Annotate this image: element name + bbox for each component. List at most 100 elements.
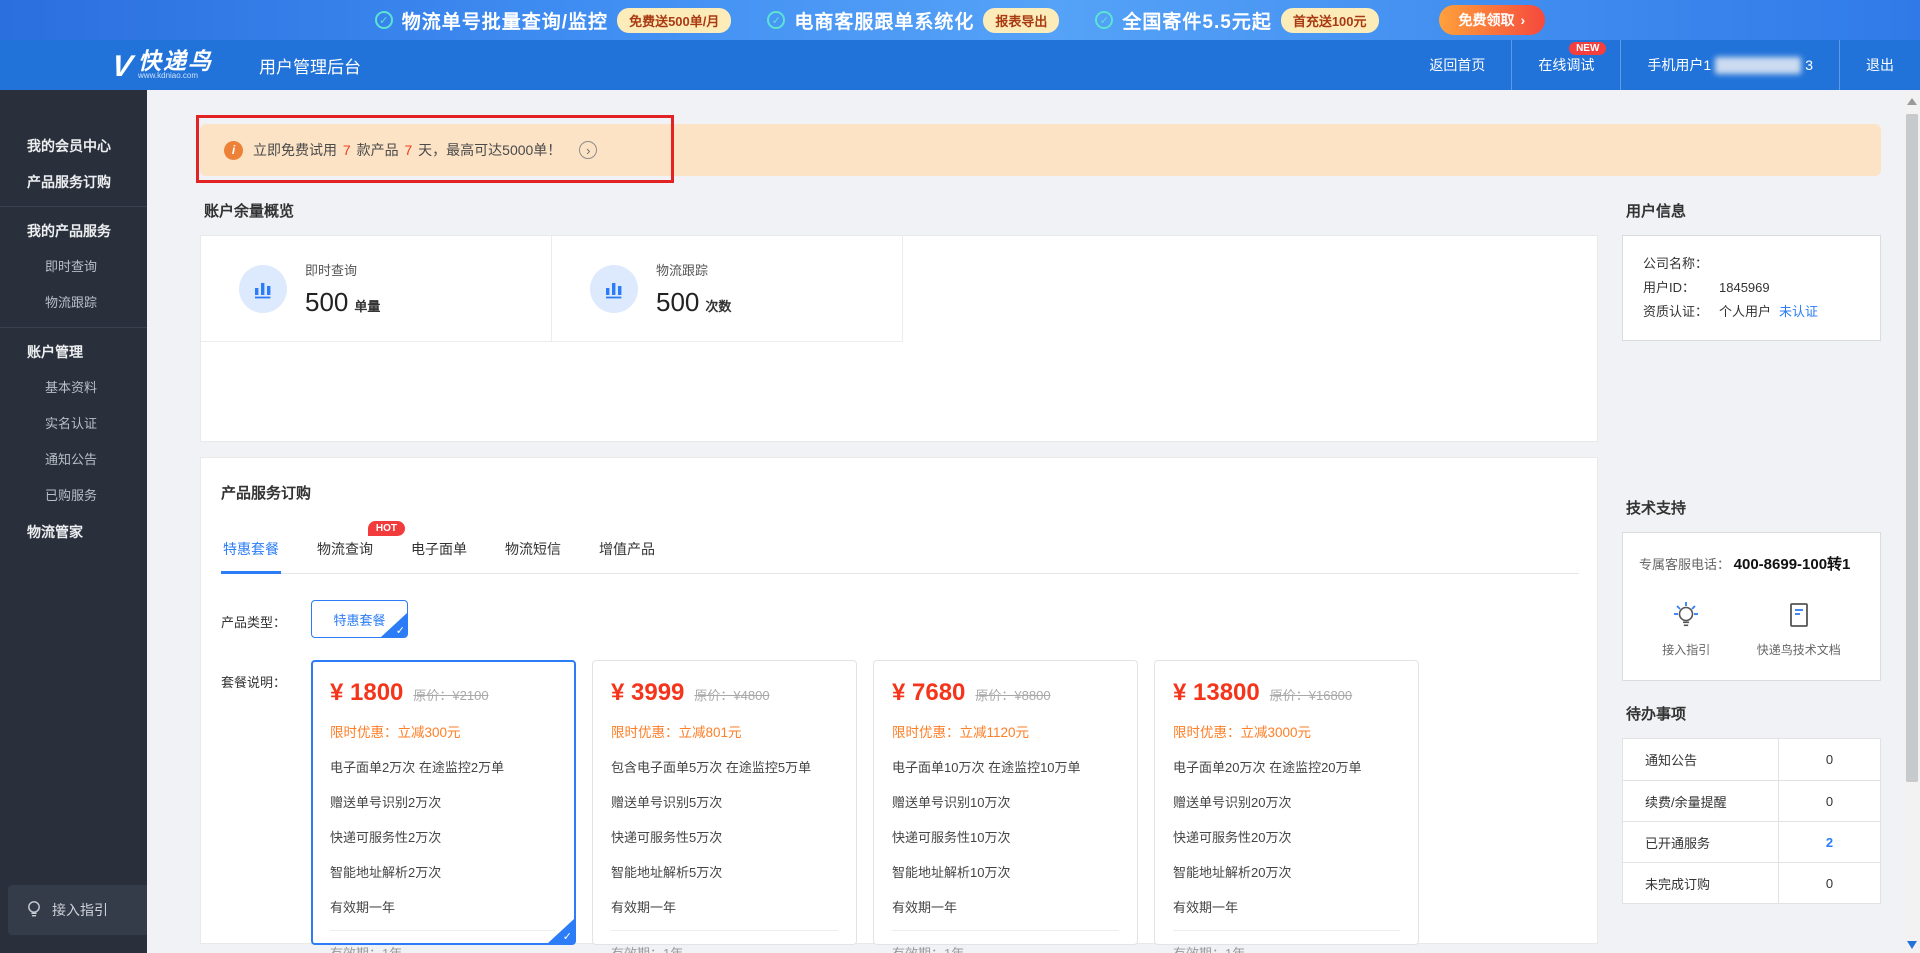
header-nav: 返回首页 在线调试 NEW 手机用户1 3 退出 — [1403, 40, 1920, 90]
feature: 电子面单10万次 在途监控10万单 — [892, 760, 1081, 775]
promo-line: 限时优惠：立减3000元 — [1173, 725, 1312, 740]
bar-chart-icon — [239, 264, 287, 313]
sidebar-item-instant-query[interactable]: 即时查询 — [0, 249, 147, 285]
chevron-right-circle-icon[interactable]: › — [579, 141, 598, 159]
todo-row-renewal[interactable]: 续费/余量提醒 0 — [1623, 780, 1880, 822]
sidebar-item-account-mgmt[interactable]: 账户管理 — [0, 334, 147, 370]
check-icon: ✓ — [395, 625, 405, 637]
sidebar-item-real-name[interactable]: 实名认证 — [0, 406, 147, 442]
divider — [0, 327, 147, 328]
nav-online-debug[interactable]: 在线调试 NEW — [1511, 40, 1620, 90]
package-card-3999[interactable]: ¥ 3999 原价：¥4800 限时优惠：立减801元 包含电子面单5万次 在途… — [592, 660, 857, 953]
feature: 快递可服务性2万次 — [330, 830, 442, 845]
todo-value-link[interactable]: 2 — [1778, 821, 1880, 863]
sidebar-item-basic-info[interactable]: 基本资料 — [0, 370, 147, 406]
tab-value-added[interactable]: 增值产品 — [597, 529, 657, 573]
scroll-down-arrow-icon[interactable] — [1907, 941, 1917, 949]
company-row: 公司名称： — [1643, 252, 1860, 276]
page: ✓ 物流单号批量查询/监控 免费送500单/月 ✓ 电商客服跟单系统化 报表导出… — [0, 0, 1920, 953]
todo-row-unfinished-orders[interactable]: 未完成订购 0 — [1623, 862, 1880, 904]
todo-label: 未完成订购 — [1645, 876, 1711, 892]
tab-logistics-query[interactable]: 物流查询 HOT — [315, 521, 405, 573]
sidebar-item-logistics-manager[interactable]: 物流管家 — [0, 514, 147, 550]
todo-label: 通知公告 — [1645, 753, 1698, 768]
sidebar-item-purchased[interactable]: 已购服务 — [0, 478, 147, 514]
uid-label: 用户ID： — [1643, 280, 1696, 295]
tab-special-package[interactable]: 特惠套餐 — [221, 529, 281, 574]
package-card-7680[interactable]: ¥ 7680 原价：¥8800 限时优惠：立减1120元 电子面单10万次 在途… — [873, 660, 1138, 953]
page-title: 用户管理后台 — [259, 57, 362, 77]
notice-part: 款产品 — [356, 142, 399, 158]
sidebar-item-product-order[interactable]: 产品服务订购 — [0, 164, 147, 200]
sidebar-item-logistics-tracking[interactable]: 物流跟踪 — [0, 285, 147, 321]
todo-row-notices[interactable]: 通知公告 0 — [1623, 739, 1880, 780]
validity: 有效期：1年 — [611, 930, 838, 953]
original-price: 原价：¥2100 — [413, 688, 489, 703]
promo-line: 限时优惠：立减1120元 — [892, 725, 1030, 740]
document-icon — [1789, 603, 1808, 627]
feature: 智能地址解析2万次 — [330, 865, 442, 880]
package-desc-label: 套餐说明： — [221, 675, 287, 690]
validity: 有效期：1年 — [892, 930, 1119, 953]
todo-row-opened-services[interactable]: 已开通服务 2 — [1623, 821, 1880, 863]
scrollbar-thumb[interactable] — [1906, 114, 1918, 782]
not-certified-link[interactable]: 未认证 — [1779, 300, 1818, 324]
kdniao-logo[interactable]: V 快递鸟 www.kdniao.com — [109, 50, 213, 84]
feature: 赠送单号识别5万次 — [611, 795, 723, 810]
feature: 有效期一年 — [892, 900, 958, 915]
promo-badge: 报表导出 — [983, 7, 1060, 33]
uid-value: 1845969 — [1719, 280, 1770, 295]
original-price: 原价：¥4800 — [694, 688, 770, 703]
info-icon: i — [224, 140, 243, 160]
promo-item-tracking[interactable]: ✓ 物流单号批量查询/监控 免费送500单/月 — [374, 7, 732, 34]
phone-line: 专属客服电话： 400-8699-100转1 — [1639, 553, 1864, 574]
feature: 智能地址解析20万次 — [1173, 865, 1292, 880]
todo-value: 0 — [1778, 739, 1880, 780]
tab-logistics-sms[interactable]: 物流短信 — [503, 529, 563, 573]
price: ¥ 13800 — [1173, 679, 1260, 706]
access-guide-label: 接入指引 — [52, 902, 108, 918]
check-circle-icon: ✓ — [1095, 11, 1114, 29]
sidebar-item-member-center[interactable]: 我的会员中心 — [0, 128, 147, 164]
feature: 电子面单20万次 在途监控20万单 — [1173, 760, 1362, 775]
package-card-13800[interactable]: ¥ 13800 原价：¥16800 限时优惠：立减3000元 电子面单20万次 … — [1154, 660, 1419, 953]
product-type-button[interactable]: 特惠套餐 ✓ — [311, 600, 408, 638]
nav-logout[interactable]: 退出 — [1839, 40, 1920, 90]
product-type-value: 特惠套餐 — [333, 612, 386, 628]
notice-part: 天，最高可达5000单！ — [418, 142, 562, 158]
masked-phone-blur — [1715, 56, 1802, 74]
tech-docs-link[interactable]: 快递鸟技术文档 — [1757, 600, 1841, 658]
balance-cell-tracking: 物流跟踪 500 次数 — [552, 236, 903, 342]
lightbulb-icon — [28, 901, 40, 917]
trial-notice-banner[interactable]: i 立即免费试用 7 款产品 7 天，最高可达5000单！ › — [200, 124, 1881, 176]
hot-badge: HOT — [367, 521, 405, 536]
logo-v-icon: V — [109, 50, 135, 83]
promo-line: 限时优惠：立减300元 — [330, 725, 461, 740]
promo-item-ecommerce[interactable]: ✓ 电商客服跟单系统化 报表导出 — [767, 7, 1060, 34]
promo-bar: ✓ 物流单号批量查询/监控 免费送500单/月 ✓ 电商客服跟单系统化 报表导出… — [0, 0, 1920, 40]
validity: 有效期：1年 — [1173, 930, 1400, 953]
promo-item-shipping[interactable]: ✓ 全国寄件5.5元起 首充送100元 — [1095, 7, 1379, 34]
package-card-1800[interactable]: ¥ 1800 原价：¥2100 限时优惠：立减300元 电子面单2万次 在途监控… — [311, 660, 576, 953]
sidebar-item-my-products[interactable]: 我的产品服务 — [0, 213, 147, 249]
free-claim-button[interactable]: 免费领取 › — [1438, 5, 1546, 35]
access-guide-button[interactable]: 接入指引 — [8, 885, 168, 935]
access-guide-link[interactable]: 接入指引 — [1662, 600, 1710, 658]
promo-text: 全国寄件5.5元起 — [1122, 11, 1272, 33]
feature: 智能地址解析10万次 — [892, 865, 1011, 880]
todo-table: 通知公告 0 续费/余量提醒 0 已开通服务 2 未完成订购 0 — [1622, 738, 1881, 904]
trial-notice-text: 立即免费试用 7 款产品 7 天，最高可达5000单！ — [253, 140, 561, 160]
balance-unit: 单量 — [354, 298, 381, 314]
todo-value: 0 — [1778, 862, 1880, 904]
app-header: V 快递鸟 www.kdniao.com 用户管理后台 返回首页 在线调试 NE… — [0, 40, 1920, 90]
phone-number: 400-8699-100转1 — [1733, 556, 1851, 573]
scroll-up-arrow-icon[interactable] — [1907, 98, 1917, 105]
main-content: i 立即免费试用 7 款产品 7 天，最高可达5000单！ › 账户余量概览 即… — [147, 90, 1904, 953]
tab-electronic-waybill[interactable]: 电子面单 — [409, 529, 469, 573]
nav-back-home[interactable]: 返回首页 — [1403, 40, 1511, 90]
sidebar-item-notices[interactable]: 通知公告 — [0, 442, 147, 478]
nav-user-account[interactable]: 手机用户1 3 — [1620, 40, 1839, 90]
vertical-scrollbar[interactable] — [1904, 90, 1920, 953]
feature: 赠送单号识别10万次 — [892, 795, 1011, 810]
lightbulb-rays-icon — [1674, 602, 1699, 627]
